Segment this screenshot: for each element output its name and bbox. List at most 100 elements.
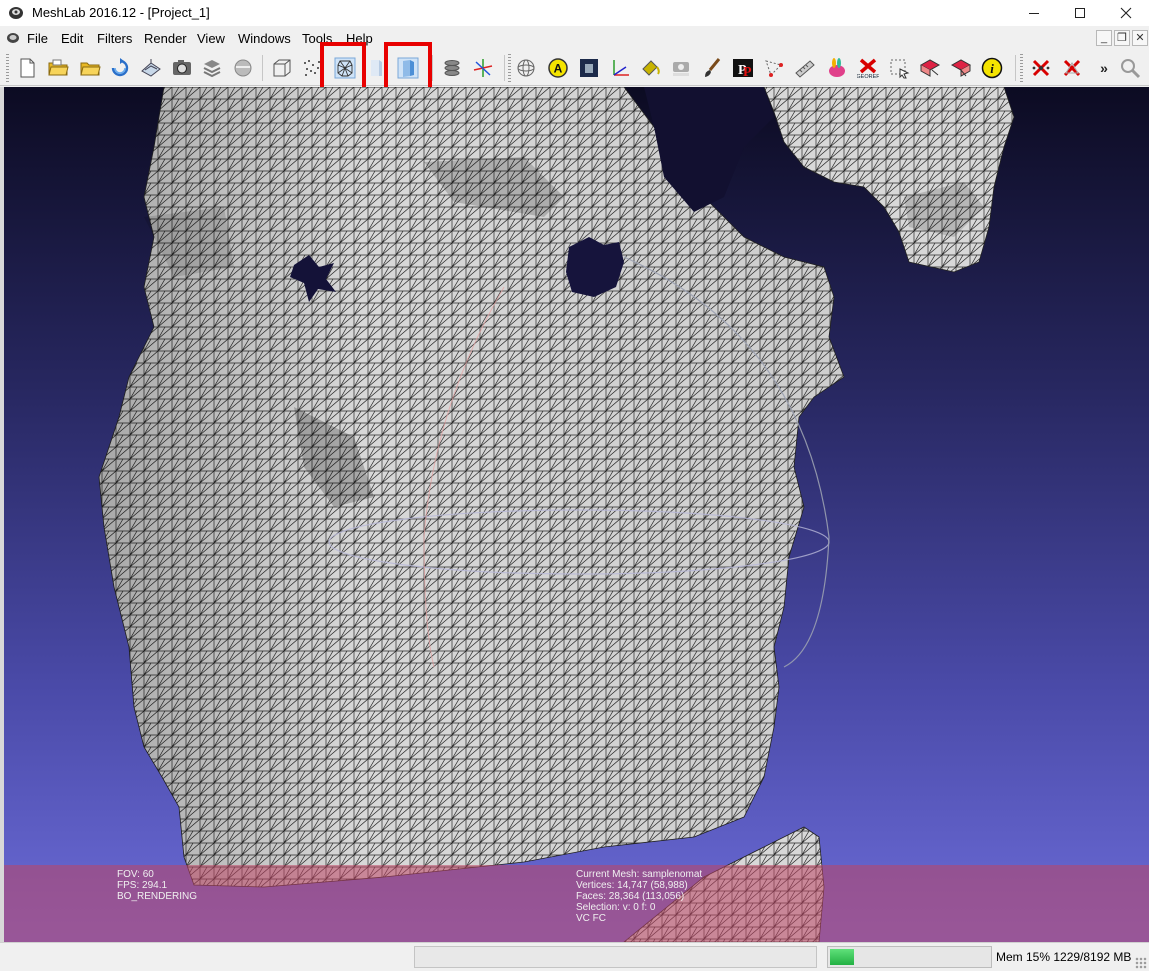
document-window-icon[interactable] [6, 31, 20, 45]
axis-gizmo-button[interactable] [471, 56, 495, 80]
annotation-button[interactable]: A [546, 56, 570, 80]
trackball-icon [517, 59, 535, 77]
flat-shading-button[interactable] [363, 56, 387, 80]
menu-render[interactable]: Render [144, 31, 187, 46]
status-message-field [414, 946, 817, 968]
minimize-button[interactable] [1011, 0, 1057, 26]
delete-vertices-icon [1032, 59, 1050, 77]
paintbrush-button[interactable] [700, 56, 724, 80]
bounding-box-icon [273, 59, 291, 77]
info-overlay: FOV: 60 FPS: 294.1 BO_RENDERING Current … [4, 865, 1149, 942]
points-icon [304, 60, 320, 76]
raster-button[interactable] [577, 56, 601, 80]
select-vertex-button[interactable] [762, 56, 786, 80]
wireframe-button[interactable] [333, 56, 357, 80]
toolbar-grip[interactable] [6, 54, 9, 82]
resize-grip-icon[interactable] [1135, 957, 1147, 969]
bounding-box-button[interactable] [270, 56, 294, 80]
mdi-close-button[interactable]: ✕ [1132, 30, 1148, 46]
menu-windows[interactable]: Windows [238, 31, 291, 46]
render-mode-text: BO_RENDERING [117, 891, 198, 902]
snapshot-button[interactable] [170, 56, 194, 80]
menu-edit[interactable]: Edit [61, 31, 83, 46]
overflow-icon: » [1100, 60, 1108, 76]
smooth-shading-icon [397, 57, 419, 79]
open-mesh-button[interactable] [78, 56, 102, 80]
close-button[interactable] [1103, 0, 1149, 26]
measure-button[interactable] [793, 56, 817, 80]
toolbar-separator [1015, 55, 1016, 81]
delete-faces-button[interactable] [1060, 56, 1084, 80]
maximize-icon [1075, 8, 1085, 18]
reload-button[interactable] [108, 56, 132, 80]
mdi-restore-button[interactable]: ❐ [1114, 30, 1130, 46]
paint-pot-button[interactable] [638, 56, 662, 80]
about-button[interactable]: i [980, 56, 1004, 80]
paint-pot-icon [642, 60, 660, 76]
bunny-color-button[interactable] [824, 56, 848, 80]
info-icon [234, 59, 252, 77]
toolbar-separator [432, 55, 433, 81]
toolbar-grip[interactable] [508, 54, 511, 82]
pickpoints-button[interactable]: PP [731, 56, 755, 80]
select-conn-button[interactable] [949, 56, 973, 80]
axes-icon [613, 60, 629, 76]
mesh-fragment [763, 87, 1015, 273]
export-mesh-button[interactable] [139, 56, 163, 80]
fps-text: FPS: 294.1 [117, 880, 168, 891]
smooth-shading-button[interactable] [396, 56, 420, 80]
3d-viewport[interactable]: FOV: 60 FPS: 294.1 BO_RENDERING Current … [4, 87, 1149, 942]
memory-progress-fill [830, 949, 854, 965]
layers-button[interactable] [200, 56, 224, 80]
memory-progress-bar [827, 946, 992, 968]
points-button[interactable] [300, 56, 324, 80]
export-mesh-icon [141, 59, 161, 77]
current-mesh-text: Current Mesh: samplenomat [576, 869, 703, 880]
status-bar: Mem 15% 1229/8192 MB [0, 942, 1149, 971]
menu-help[interactable]: Help [346, 31, 373, 46]
select-area-button[interactable] [918, 56, 942, 80]
menu-tools[interactable]: Tools [302, 31, 332, 46]
search-button[interactable] [1118, 56, 1142, 80]
select-conn-icon [950, 59, 972, 77]
toolbar-overflow-button[interactable]: » [1096, 56, 1112, 80]
axes-button[interactable] [608, 56, 632, 80]
memory-label: Mem 15% 1229/8192 MB [996, 950, 1132, 964]
mdi-restore-icon: ❐ [1117, 32, 1127, 44]
delete-faces-icon [1063, 59, 1081, 77]
mdi-minimize-button[interactable]: _ [1096, 30, 1112, 46]
menu-filters[interactable]: Filters [97, 31, 132, 46]
open-mesh-icon [80, 62, 101, 76]
menu-bar: File Edit Filters Render View Windows To… [0, 26, 1149, 50]
layer-stack-button[interactable] [440, 56, 464, 80]
new-project-button[interactable] [15, 56, 39, 80]
georef-button[interactable]: GEOREF [856, 56, 880, 80]
render-info: FOV: 60 FPS: 294.1 BO_RENDERING [117, 869, 197, 902]
open-project-button[interactable] [46, 56, 70, 80]
toolbar-grip[interactable] [1020, 54, 1023, 82]
flat-shading-icon [371, 60, 382, 76]
trackball-button[interactable] [514, 56, 538, 80]
minimize-icon [1029, 13, 1039, 14]
menu-view[interactable]: View [197, 31, 225, 46]
raster-icon [580, 59, 598, 77]
title-bar: MeshLab 2016.12 - [Project_1] [0, 0, 1149, 26]
menu-file[interactable]: File [27, 31, 48, 46]
toolbar-separator [504, 55, 505, 81]
delete-vertices-button[interactable] [1029, 56, 1053, 80]
about-icon: i [981, 57, 1003, 79]
mdi-close-icon: ✕ [1135, 32, 1145, 44]
select-faces-button[interactable] [887, 56, 911, 80]
bunny-color-icon [829, 58, 845, 77]
camera-align-button[interactable] [669, 56, 693, 80]
search-icon [1121, 59, 1141, 79]
svg-text:i: i [990, 61, 994, 76]
camera-align-icon [673, 62, 689, 76]
selection-text: Selection: v: 0 f: 0 [576, 902, 656, 913]
meshlab-logo-icon [9, 7, 23, 19]
maximize-button[interactable] [1057, 0, 1103, 26]
info-button[interactable] [231, 56, 255, 80]
pickpoints-icon: PP [733, 59, 753, 79]
layers-icon [203, 60, 221, 78]
fov-text: FOV: 60 [117, 869, 154, 880]
